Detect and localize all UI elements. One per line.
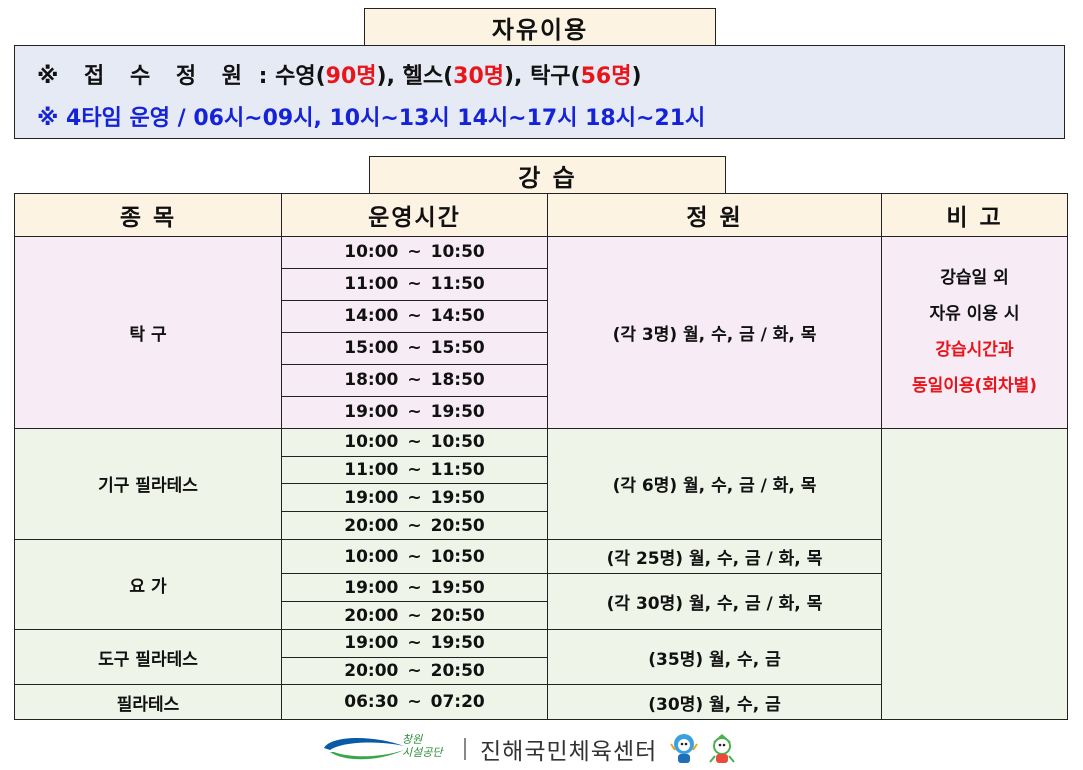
time-cell: 11:00 ~11:50	[281, 455, 548, 485]
table-row: 탁 구 10:00 ~10:50 (각 3명) 월, 수, 금 / 화, 목 강습…	[14, 236, 1068, 429]
capacity-table-tennis: (각 3명) 월, 수, 금 / 화, 목	[547, 236, 882, 429]
time-cell: 14:00 ~14:50	[281, 299, 548, 333]
gym-count: 30명	[453, 64, 504, 89]
sport-equipment-pilates: 기구 필라테스	[14, 427, 282, 540]
capacity-line: ※ 접 수 정 원 : 수영(90명), 헬스(30명), 탁구(56명)	[37, 58, 642, 90]
time-cell: 10:00 ~10:50	[281, 236, 548, 269]
swoosh-logo-icon: 창원 시설공단	[320, 732, 460, 766]
free-use-title: 자유이용	[364, 8, 716, 47]
class-schedule-table: 종 목 운영시간 정 원 비 고 탁 구 10:00 ~10:50 (각 3명) …	[14, 193, 1068, 721]
time-cell: 19:00 ~19:50	[281, 483, 548, 513]
mascot-icons	[667, 732, 739, 766]
note-line: 강습일 외	[940, 268, 1009, 289]
capacity-yoga-2: (각 30명) 월, 수, 금 / 화, 목	[547, 573, 882, 630]
sport-table-tennis: 탁 구	[14, 236, 282, 429]
note-line-highlight: 강습시간과	[935, 340, 1014, 361]
time-cell: 15:00 ~15:50	[281, 331, 548, 365]
time-cell: 11:00 ~11:50	[281, 267, 548, 301]
time-cell: 20:00 ~20:50	[281, 601, 548, 630]
swim-label: 수영(	[275, 64, 326, 89]
time-cell: 19:00 ~19:50	[281, 395, 548, 429]
note-empty-cell	[881, 427, 1068, 721]
sport-yoga: 요 가	[14, 538, 282, 630]
class-title: 강 습	[369, 156, 726, 194]
table-header-row: 종 목 운영시간 정 원 비 고	[14, 193, 1068, 237]
time-cell: 20:00 ~20:50	[281, 656, 548, 686]
capacity-equipment-pilates: (각 6명) 월, 수, 금 / 화, 목	[547, 427, 882, 540]
time-cell: 19:00 ~19:50	[281, 573, 548, 603]
swim-count: 90명	[325, 64, 377, 89]
capacity-tool-pilates: (35명) 월, 수, 금	[547, 628, 882, 686]
logo-text: 창원 시설공단	[402, 733, 443, 759]
time-cell: 06:30 ~07:20	[281, 684, 548, 720]
sport-tool-pilates: 도구 필라테스	[14, 628, 282, 686]
time-cell: 10:00 ~10:50	[281, 538, 548, 575]
time-cell: 18:00 ~18:50	[281, 363, 548, 397]
footer: 창원 시설공단 진해국민체육센터	[320, 732, 739, 766]
time-cell: 10:00 ~10:50	[281, 427, 548, 457]
table-tennis-count: 56명	[580, 64, 632, 89]
header-sport: 종 목	[14, 193, 282, 237]
table-tennis-label: ), 탁구(	[504, 64, 581, 89]
note-cell: 강습일 외 자유 이용 시 강습시간과 동일이용(회차별)	[881, 236, 1068, 429]
mascot-icon	[709, 734, 736, 763]
schedule-line: ※ 4타임 운영 / 06시~09시, 10시~13시 14시~17시 18시~…	[37, 106, 706, 131]
note-line-highlight: 동일이용(회차별)	[911, 376, 1038, 397]
capacity-end: )	[631, 64, 642, 89]
time-cell: 20:00 ~20:50	[281, 511, 548, 540]
free-use-info-box: ※ 접 수 정 원 : 수영(90명), 헬스(30명), 탁구(56명) ※ …	[14, 45, 1065, 139]
capacity-label: ※ 접 수 정 원	[37, 64, 251, 89]
gym-label: ), 헬스(	[376, 64, 454, 89]
table-row: 기구 필라테스 10:00 ~10:50 (각 6명) 월, 수, 금 / 화, …	[14, 427, 1068, 721]
header-note: 비 고	[881, 193, 1068, 237]
time-cell: 19:00 ~19:50	[281, 628, 548, 658]
capacity-pilates: (30명) 월, 수, 금	[547, 684, 882, 720]
header-time: 운영시간	[281, 193, 548, 237]
header-capacity: 정 원	[547, 193, 882, 237]
capacity-sep: :	[251, 64, 276, 89]
mascot-icon	[670, 734, 699, 763]
footer-divider	[464, 738, 466, 760]
center-name: 진해국민체육센터	[480, 739, 658, 765]
sport-pilates: 필라테스	[14, 684, 282, 720]
capacity-yoga-1: (각 25명) 월, 수, 금 / 화, 목	[547, 538, 882, 575]
note-line: 자유 이용 시	[929, 304, 1020, 325]
